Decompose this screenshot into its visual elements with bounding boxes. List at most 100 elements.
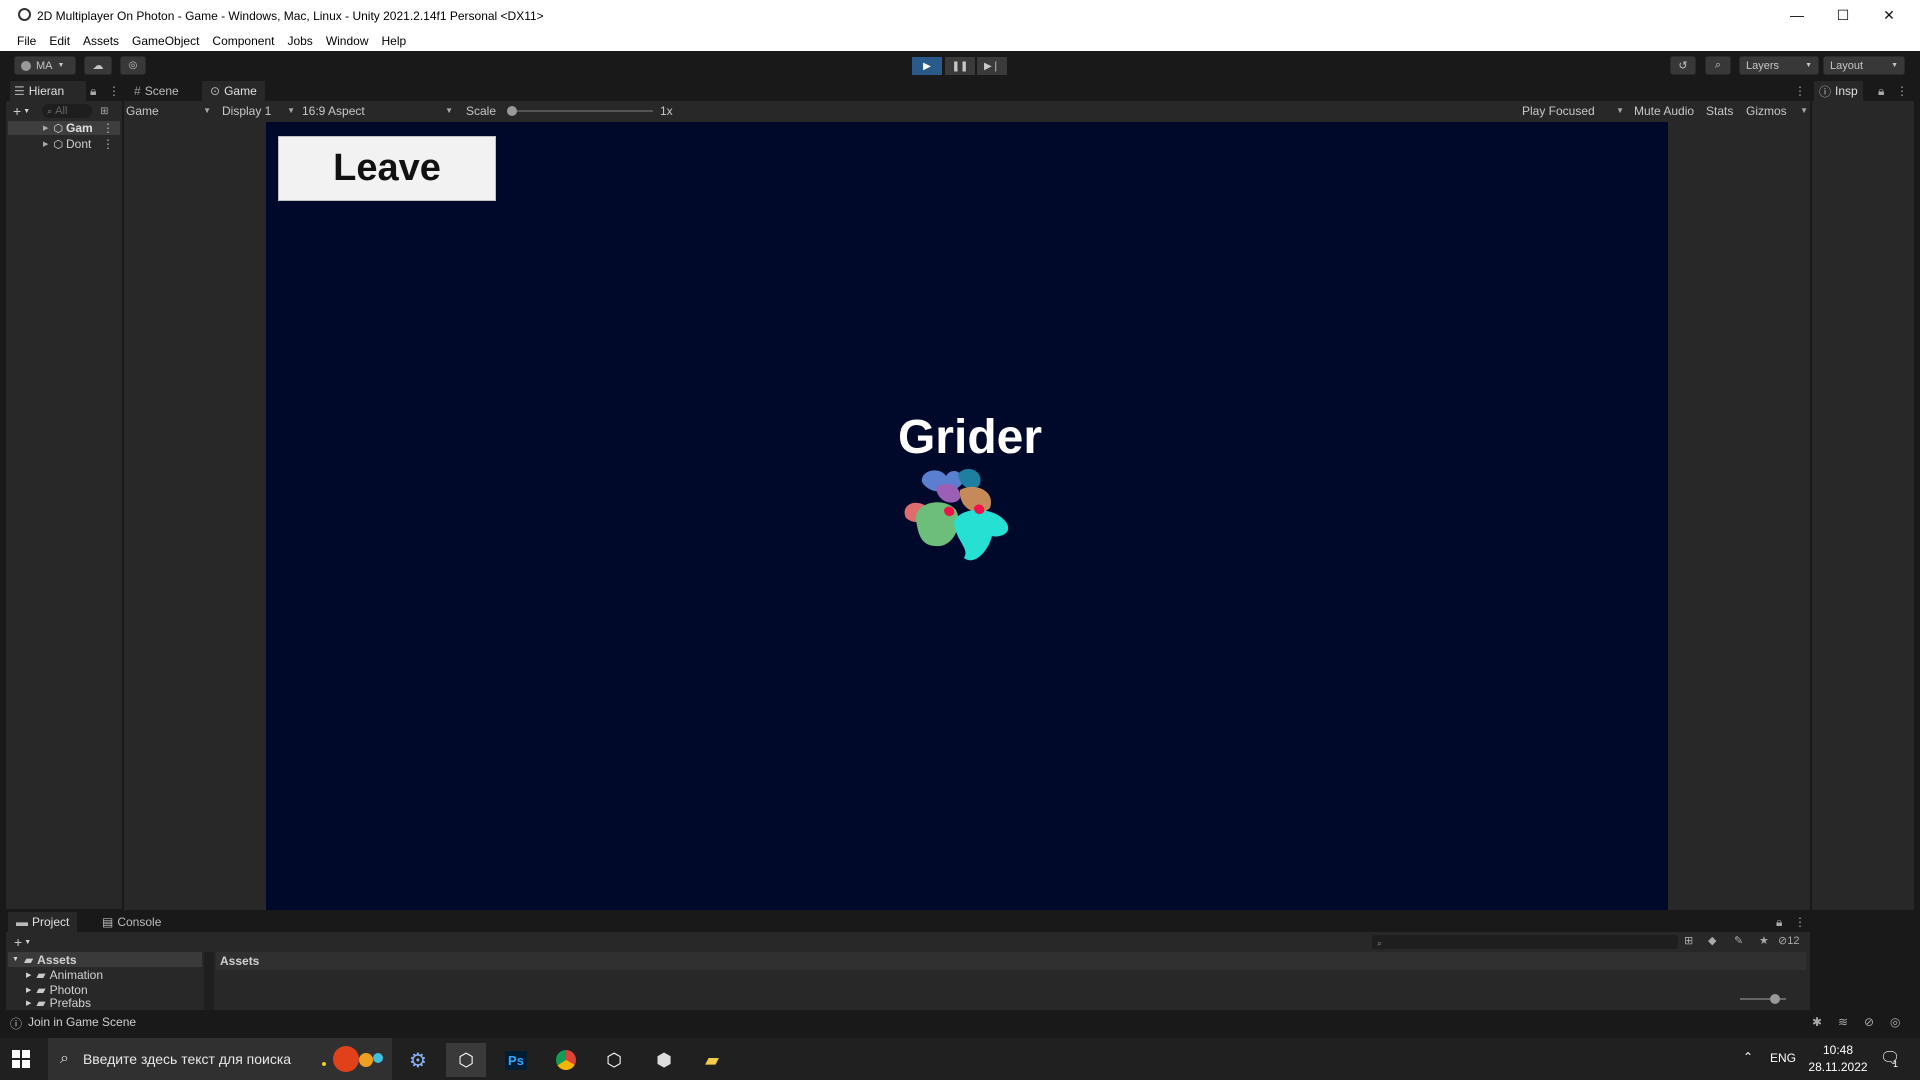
taskbar-search-box[interactable]: ⌕ Введите здесь текст для поиска	[48, 1038, 392, 1080]
project-tree-scrollbar[interactable]	[204, 952, 214, 1010]
collab-button[interactable]: ◎	[120, 56, 146, 75]
tree-item-assets[interactable]: ▼ ▰ Assets	[8, 952, 202, 967]
display-dropdown[interactable]: Display 1 ▼	[222, 104, 295, 118]
more-icon[interactable]: ⋮	[102, 121, 114, 135]
add-icon[interactable]: +	[13, 103, 21, 119]
pause-button[interactable]: ❚❚	[945, 57, 975, 75]
icon-size-thumb[interactable]	[1770, 994, 1780, 1004]
step-button[interactable]: ▶❘	[977, 57, 1007, 75]
language-indicator[interactable]: ENG	[1770, 1051, 1796, 1065]
tab-project[interactable]: ▬ Project	[8, 912, 78, 932]
layers-dropdown[interactable]: Layers ▼	[1739, 56, 1819, 75]
status-message[interactable]: Join in Game Scene	[28, 1015, 136, 1029]
play-button[interactable]: ▶	[912, 57, 942, 75]
more-icon[interactable]: ⋮	[1794, 915, 1806, 929]
tab-hierarchy[interactable]: ☰ Hieran	[10, 81, 86, 101]
menu-edit[interactable]: Edit	[49, 34, 70, 48]
game-logo-blob	[904, 469, 1009, 561]
bug-icon[interactable]: ✱	[1812, 1015, 1822, 1029]
unity-hub-icon[interactable]: ⬡	[446, 1043, 486, 1077]
type-filter-icon[interactable]: ◆	[1708, 934, 1716, 947]
scale-slider-thumb[interactable]	[507, 106, 517, 116]
play-focused-dropdown[interactable]: Play Focused ▼	[1522, 104, 1624, 118]
chevron-down-icon[interactable]: ▼	[24, 939, 31, 946]
menu-jobs[interactable]: Jobs	[287, 34, 312, 48]
hidden-packages-icon[interactable]: ⊘12	[1778, 934, 1799, 947]
hierarchy-item-label: Gam	[66, 121, 93, 135]
menu-help[interactable]: Help	[382, 34, 407, 48]
menu-window[interactable]: Window	[326, 34, 369, 48]
project-search-input[interactable]: ⌕	[1372, 935, 1678, 949]
chrome-icon[interactable]	[546, 1043, 586, 1077]
tab-scene[interactable]: # Scene	[126, 81, 187, 101]
clock-date[interactable]: 28.11.2022	[1804, 1060, 1872, 1074]
clock-time[interactable]: 10:48	[1808, 1043, 1868, 1057]
tab-console[interactable]: ▤ Console	[94, 912, 169, 932]
tree-item-photon[interactable]: ▶ ▰ Photon	[8, 982, 202, 997]
lock-icon[interactable]: 🔒︎	[1776, 915, 1782, 930]
debug-off-icon[interactable]: ⊘	[1864, 1015, 1874, 1029]
hidden-count: 12	[1787, 935, 1800, 947]
list-item[interactable]: ▶ ⬡ Dont ⋮	[8, 137, 120, 151]
leave-button[interactable]: Leave	[278, 136, 496, 201]
layout-dropdown[interactable]: Layout ▼	[1823, 56, 1905, 75]
tab-inspector[interactable]: ⓘ Insp	[1814, 81, 1863, 101]
icon-size-slider[interactable]	[1740, 994, 1786, 1004]
chevron-down-icon: ▼	[1891, 62, 1898, 69]
project-toolbar: + ▼ ⌕ ⊞ ◆ ✎ ★ ⊘12	[8, 932, 1808, 952]
aspect-dropdown[interactable]: 16:9 Aspect ▼	[302, 104, 457, 118]
search-button[interactable]: ⌕	[1705, 56, 1731, 75]
gizmos-dropdown[interactable]: Gizmos ▼	[1746, 104, 1808, 118]
steam-icon[interactable]: ⚙	[398, 1043, 438, 1077]
lock-icon[interactable]: 🔒︎	[1878, 84, 1884, 99]
account-dropdown[interactable]: MA ▼	[14, 56, 76, 75]
app-shield-icon[interactable]: ⬢	[644, 1043, 684, 1077]
project-tree: ▼ ▰ Assets ▶ ▰ Animation ▶ ▰ Photon ▶ ▰ …	[8, 952, 202, 1010]
add-icon[interactable]: +	[14, 934, 22, 950]
windows-start-icon[interactable]	[12, 1050, 30, 1071]
photoshop-icon[interactable]: Ps	[496, 1043, 536, 1077]
more-icon[interactable]: ⋮	[1794, 84, 1806, 98]
menu-assets[interactable]: Assets	[83, 34, 119, 48]
center-tabbar: # Scene ⊙ Game ⋮	[124, 81, 1810, 101]
menu-file[interactable]: File	[17, 34, 36, 48]
layers-stack-icon[interactable]: ≋	[1838, 1015, 1848, 1029]
list-item[interactable]: ▶ ⬡ Gam ⋮	[8, 121, 120, 135]
chevron-down-icon: ▼	[287, 106, 295, 115]
maximize-button[interactable]: ☐	[1820, 0, 1866, 30]
close-button[interactable]: ✕	[1866, 0, 1912, 30]
menu-gameobject[interactable]: GameObject	[132, 34, 199, 48]
stats-toggle[interactable]: Stats	[1706, 104, 1733, 118]
mute-audio-toggle[interactable]: Mute Audio	[1634, 104, 1694, 118]
tree-item-animation[interactable]: ▶ ▰ Animation	[8, 967, 202, 982]
filter-icon[interactable]: ⊞	[100, 106, 108, 117]
lock-icon[interactable]: 🔒︎	[90, 84, 96, 99]
unity-editor-icon[interactable]: ⬡	[594, 1043, 634, 1077]
menu-bar: File Edit Assets GameObject Component Jo…	[0, 30, 1920, 51]
breadcrumb-assets[interactable]: Assets	[220, 954, 259, 968]
scale-slider-track[interactable]	[507, 106, 653, 116]
cloud-button[interactable]: ☁	[84, 56, 112, 75]
gamepad-icon: ⊙	[210, 84, 221, 98]
game-mode-dropdown[interactable]: Game ▼	[126, 104, 213, 118]
tree-item-prefabs[interactable]: ▶ ▰ Prefabs	[8, 997, 202, 1009]
more-icon[interactable]: ⋮	[102, 137, 114, 151]
minimize-button[interactable]: —	[1774, 0, 1820, 30]
play-focused-label: Play Focused	[1522, 104, 1595, 118]
hierarchy-search-field[interactable]: ⌕ All	[42, 104, 93, 118]
progress-check-icon[interactable]: ◎	[1890, 1015, 1900, 1029]
more-icon[interactable]: ⋮	[108, 84, 120, 98]
unity-scene-icon: ⬡	[53, 122, 63, 135]
chevron-right-icon: ▶	[43, 125, 49, 132]
chevron-down-icon[interactable]: ▼	[23, 108, 30, 115]
taskbar-search-placeholder: Введите здесь текст для поиска	[82, 1051, 292, 1067]
undo-history-button[interactable]: ↺	[1670, 56, 1696, 75]
tab-game[interactable]: ⊙ Game	[202, 81, 265, 101]
label-filter-icon[interactable]: ✎	[1734, 934, 1743, 947]
asset-filter-icon[interactable]: ⊞	[1684, 934, 1693, 947]
more-icon[interactable]: ⋮	[1896, 84, 1908, 98]
file-explorer-icon[interactable]: ▰	[692, 1043, 732, 1077]
chevron-up-icon[interactable]: ⌃	[1743, 1050, 1753, 1064]
menu-component[interactable]: Component	[212, 34, 274, 48]
favorite-icon[interactable]: ★	[1759, 934, 1769, 947]
